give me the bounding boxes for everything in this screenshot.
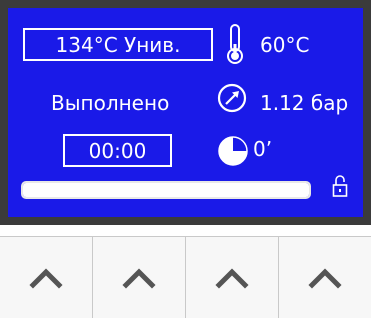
keypad-up-button-2[interactable]	[93, 237, 186, 318]
status-text: Выполнено	[51, 91, 170, 115]
progress-bar	[21, 181, 311, 199]
time-display[interactable]: 00:00	[63, 134, 172, 167]
chevron-up-icon	[308, 267, 342, 289]
device-frame: 134°C Унив. 60°C Выполнено 1.12 бар 00:0…	[0, 0, 371, 225]
unlocked-padlock-icon[interactable]	[332, 174, 348, 198]
temperature-value: 60°C	[260, 33, 310, 57]
chevron-up-icon	[29, 267, 63, 289]
pie-timer-icon	[218, 136, 248, 166]
pressure-value: 1.12 бар	[260, 91, 349, 115]
display-screen: 134°C Унив. 60°C Выполнено 1.12 бар 00:0…	[8, 8, 363, 217]
program-label[interactable]: 134°C Унив.	[23, 28, 213, 61]
program-label-text: 134°C Унив.	[55, 32, 181, 57]
pressure-gauge-icon	[217, 83, 247, 113]
chevron-up-icon	[122, 267, 156, 289]
keypad-up-button-3[interactable]	[186, 237, 279, 318]
thermometer-icon	[227, 24, 243, 64]
time-value: 00:00	[88, 138, 147, 163]
progress-fill	[23, 183, 309, 197]
chevron-up-icon	[215, 267, 249, 289]
keypad	[0, 236, 371, 318]
keypad-up-button-1[interactable]	[0, 237, 93, 318]
elapsed-value: 0’	[253, 137, 273, 161]
keypad-up-button-4[interactable]	[279, 237, 371, 318]
